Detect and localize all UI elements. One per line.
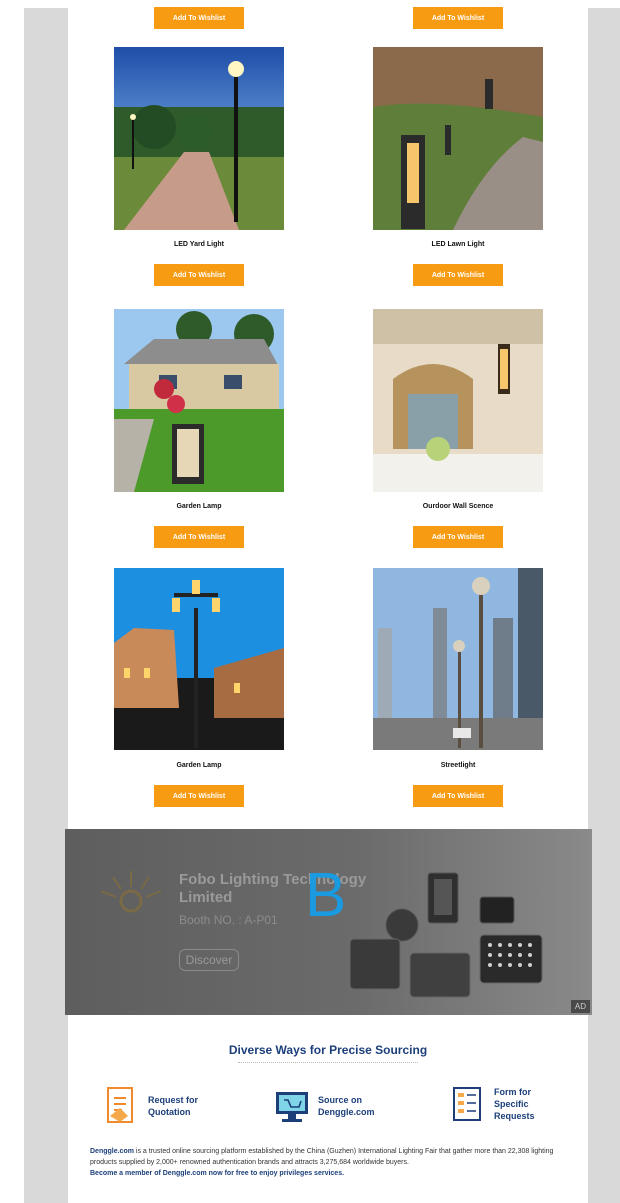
divider <box>238 1062 418 1063</box>
discover-button[interactable]: Discover <box>179 949 239 971</box>
way-label: Denggle.com <box>318 1107 375 1117</box>
floodlight-products-icon <box>350 872 543 998</box>
add-to-wishlist-button[interactable]: Add To Wishlist <box>413 264 503 286</box>
product-image-led-lawn-light[interactable] <box>373 47 543 230</box>
product-image-streetlight[interactable] <box>373 568 543 750</box>
way-label: Specific <box>494 1099 529 1109</box>
add-to-wishlist-button[interactable]: Add To Wishlist <box>154 7 244 29</box>
description-text: is a trusted online sourcing platform es… <box>90 1148 554 1166</box>
way-label: Requests <box>494 1111 535 1121</box>
source-on-denggle-link[interactable]: Source on Denggle.com <box>274 1086 375 1126</box>
product-name: LED Lawn Light <box>431 241 485 248</box>
ad-booth-number: Booth NO. : A-P01 <box>179 913 278 927</box>
request-for-quotation-link[interactable]: Request for Quotation <box>104 1086 198 1126</box>
form-checklist-icon <box>453 1087 481 1121</box>
product-image-garden-lamp[interactable] <box>114 568 284 750</box>
way-label: Form for <box>494 1087 531 1097</box>
ad-company-name: Fobo Lighting Technology Limited <box>179 871 367 906</box>
left-gutter <box>0 0 68 1203</box>
sun-logo-icon <box>100 871 162 913</box>
become-member-link[interactable]: Become a member of Denggle.com now for f… <box>90 1168 570 1179</box>
add-to-wishlist-button[interactable]: Add To Wishlist <box>413 7 503 29</box>
product-name: Garden Lamp <box>176 762 222 769</box>
product-image-outdoor-wall-sconce[interactable] <box>373 309 543 492</box>
add-to-wishlist-button[interactable]: Add To Wishlist <box>154 264 244 286</box>
add-to-wishlist-button[interactable]: Add To Wishlist <box>413 526 503 548</box>
add-to-wishlist-button[interactable]: Add To Wishlist <box>413 785 503 807</box>
product-name: Ourdoor Wall Scence <box>422 503 494 510</box>
right-gutter <box>588 8 620 1203</box>
product-image-garden-lamp[interactable] <box>114 309 284 492</box>
sourcing-title: Diverse Ways for Precise Sourcing <box>228 1043 428 1057</box>
denggle-link[interactable]: Denggle.com <box>90 1148 134 1155</box>
product-image-led-yard-light[interactable] <box>114 47 284 230</box>
email-content: Add To Wishlist Add To Wishlist LED Yard… <box>68 0 588 1203</box>
add-to-wishlist-button[interactable]: Add To Wishlist <box>154 785 244 807</box>
computer-cart-icon <box>276 1092 308 1122</box>
way-label: Quotation <box>148 1107 191 1117</box>
way-label: Request for <box>148 1095 199 1105</box>
quotation-icon <box>107 1087 133 1123</box>
product-name: LED Yard Light <box>173 241 225 248</box>
way-label: Source on <box>318 1095 363 1105</box>
ad-banner[interactable]: Fobo Lighting Technology Limited Booth N… <box>65 829 592 1015</box>
overlay-letter: B <box>305 861 347 930</box>
platform-description: Denggle.com is a trusted online sourcing… <box>90 1146 570 1179</box>
product-name: Streetlight <box>440 762 476 769</box>
form-for-specific-requests-link[interactable]: Form for Specific Requests <box>450 1084 535 1124</box>
add-to-wishlist-button[interactable]: Add To Wishlist <box>154 526 244 548</box>
product-name: Garden Lamp <box>176 503 222 510</box>
ad-badge: AD <box>570 1000 590 1013</box>
